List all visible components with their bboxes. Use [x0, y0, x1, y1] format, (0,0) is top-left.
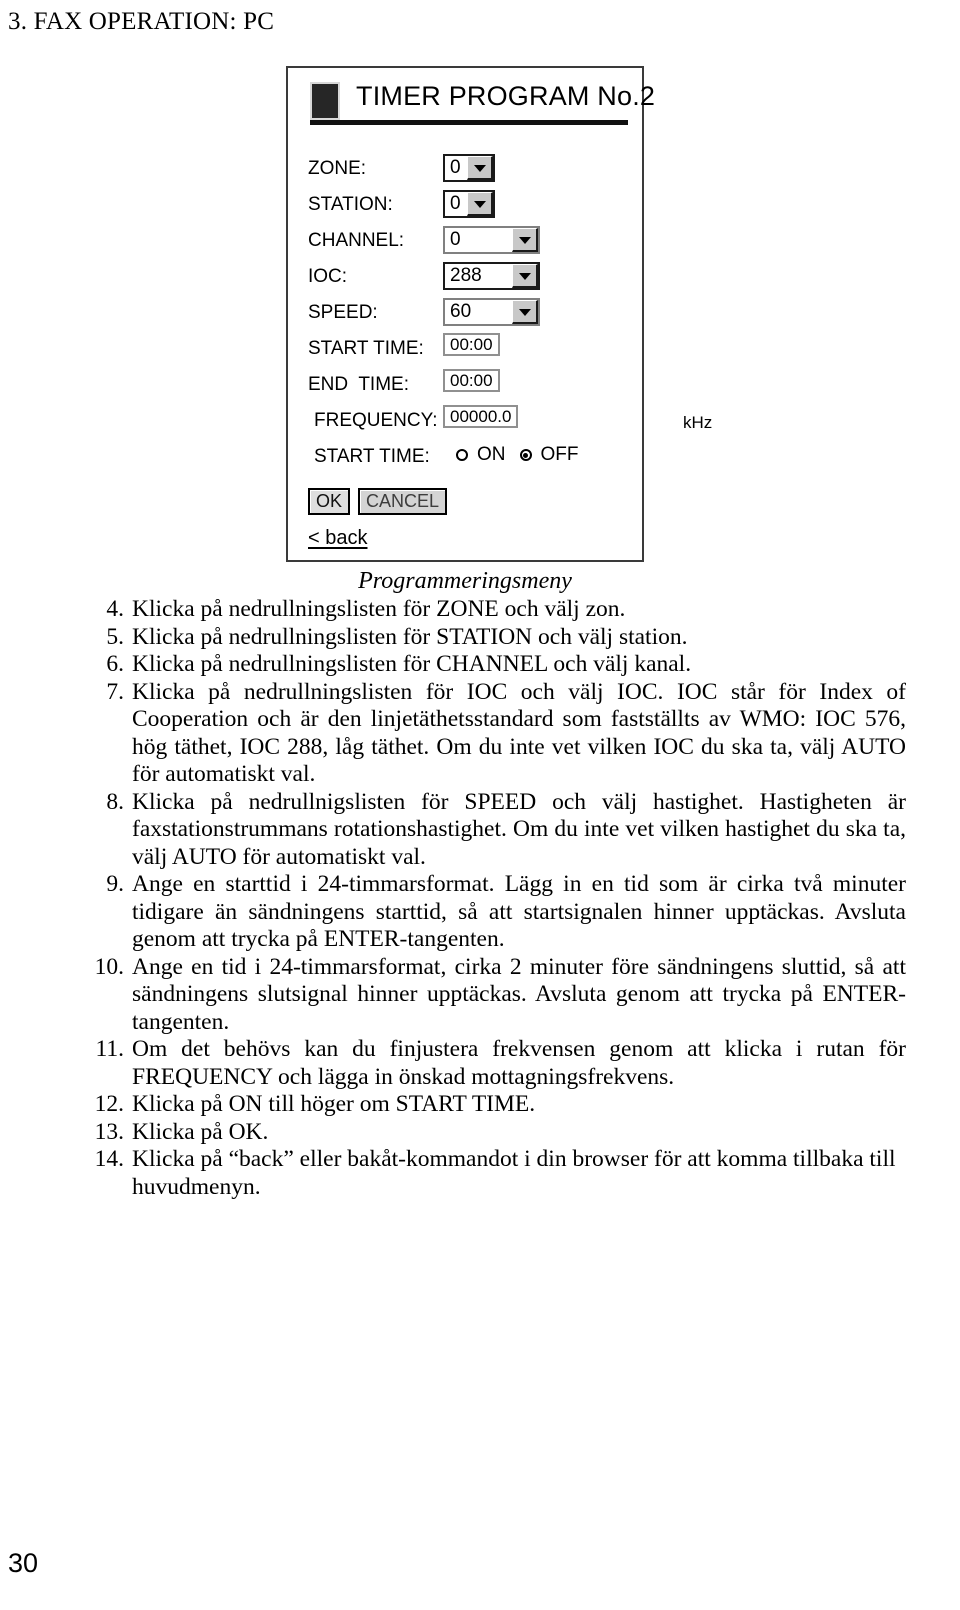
timer-program-dialog: TIMER PROGRAM No.2 ZONE: 0 STATION: 0 CH… — [286, 66, 712, 562]
label-speed: SPEED: — [308, 302, 378, 323]
list-item: 10. Ange en tid i 24-timmarsformat, cirk… — [88, 954, 906, 1037]
label-zone: ZONE: — [308, 158, 367, 179]
list-item-number: 4. — [106, 596, 124, 622]
list-item-text: Klicka på nedrullningslisten för CHANNEL… — [132, 651, 692, 677]
radio-on[interactable] — [456, 449, 468, 461]
channel-dropdown[interactable]: 0 — [443, 226, 540, 254]
list-item-number: 8. — [106, 788, 124, 815]
speed-dropdown[interactable]: 60 — [443, 298, 540, 326]
list-item: 7. Klicka på nedrullningslisten för IOC … — [88, 679, 906, 789]
label-frequency: FREQUENCY: — [314, 410, 438, 431]
list-item: 12. Klicka på ON till höger om START TIM… — [88, 1091, 906, 1119]
list-item-number: 12. — [94, 1091, 124, 1117]
label-start-time: START TIME: — [308, 338, 424, 359]
list-item-text: Ange en tid i 24-timmarsformat, cirka 2 … — [132, 953, 906, 1035]
list-item-text: Klicka på nedrullnigslisten för SPEED oc… — [132, 788, 906, 870]
dialog-title: TIMER PROGRAM No.2 — [356, 81, 656, 111]
control-channel: 0 — [443, 226, 540, 254]
field-row-zone: ZONE: 0 — [288, 152, 642, 188]
list-item-number: 14. — [94, 1146, 124, 1172]
list-item: 9. Ange en starttid i 24-timmarsformat. … — [88, 871, 906, 954]
back-link[interactable]: < back — [308, 527, 367, 550]
timer-program-dialog-figure: TIMER PROGRAM No.2 ZONE: 0 STATION: 0 CH… — [286, 66, 712, 562]
list-item-number: 13. — [94, 1118, 124, 1145]
header-divider — [310, 120, 628, 125]
start-time-input[interactable]: 00:00 — [443, 333, 500, 356]
instruction-list: 4. Klicka på nedrullningslisten för ZONE… — [88, 596, 906, 1201]
list-item-text: Klicka på ON till höger om START TIME. — [132, 1091, 536, 1117]
zone-dropdown[interactable]: 0 — [443, 154, 495, 182]
control-frequency: 00000.0 kHz — [443, 405, 712, 432]
chevron-down-icon[interactable] — [512, 300, 538, 324]
running-head: 3. FAX OPERATION: PC — [8, 8, 275, 35]
field-row-station: STATION: 0 — [288, 188, 642, 224]
control-end-time: 00:00 — [443, 369, 500, 392]
field-row-speed: SPEED: 60 — [288, 296, 642, 332]
radio-on-label: ON — [477, 444, 506, 465]
field-row-channel: CHANNEL: 0 — [288, 224, 642, 260]
list-item-text: Klicka på nedrullningslisten för STATION… — [132, 623, 688, 650]
timer-program-form: ZONE: 0 STATION: 0 CHANNEL: 0 IOC: 288 S… — [288, 152, 712, 476]
channel-value: 0 — [450, 229, 461, 250]
list-item: 14. Klicka på “back” eller bakåt-kommand… — [88, 1146, 906, 1201]
cancel-button[interactable]: CANCEL — [358, 488, 448, 515]
label-channel: CHANNEL: — [308, 230, 405, 251]
list-item-text: Klicka på nedrullningslisten för IOC och… — [132, 678, 906, 788]
list-item: 6. Klicka på nedrullningslisten för CHAN… — [88, 651, 906, 679]
list-item: 13. Klicka på OK. — [88, 1119, 906, 1147]
control-speed: 60 — [443, 298, 540, 326]
end-time-input[interactable]: 00:00 — [443, 369, 500, 392]
list-item: 5. Klicka på nedrullningslisten för STAT… — [88, 624, 906, 652]
list-item-number: 7. — [106, 678, 124, 705]
list-item: 4. Klicka på nedrullningslisten för ZONE… — [88, 596, 906, 624]
label-station: STATION: — [308, 194, 393, 215]
radio-off[interactable] — [519, 449, 532, 461]
field-row-start-time-toggle: START TIME: ON OFF — [288, 440, 642, 476]
field-row-start-time: START TIME: 00:00 — [288, 332, 642, 368]
station-dropdown[interactable]: 0 — [443, 190, 495, 218]
control-start-time: 00:00 — [443, 333, 500, 356]
chevron-down-icon[interactable] — [512, 228, 538, 252]
field-row-frequency: FREQUENCY: 00000.0 kHz — [288, 404, 712, 440]
radio-off-label: OFF — [540, 444, 579, 465]
label-start-time-toggle: START TIME: — [314, 446, 430, 467]
station-value: 0 — [450, 193, 461, 214]
list-item-text: Klicka på “back” eller bakåt-kommandot i… — [132, 1146, 896, 1200]
page-number: 30 — [8, 1548, 39, 1578]
chevron-down-icon[interactable] — [467, 156, 493, 180]
dialog-buttons: OK CANCEL — [308, 488, 448, 515]
ok-button[interactable]: OK — [308, 488, 351, 515]
list-item-text: Klicka på OK. — [132, 1118, 269, 1145]
control-zone: 0 — [443, 154, 495, 182]
list-item: 11. Om det behövs kan du finjustera frek… — [88, 1036, 906, 1091]
list-item-text: Klicka på nedrullningslisten för ZONE oc… — [132, 596, 626, 622]
zone-value: 0 — [450, 157, 461, 178]
list-item-text: Om det behövs kan du finjustera frekvens… — [132, 1036, 906, 1090]
list-item: 8. Klicka på nedrullnigslisten för SPEED… — [88, 789, 906, 872]
list-item-number: 6. — [106, 651, 124, 677]
ioc-dropdown[interactable]: 288 — [443, 262, 540, 290]
app-logo-icon — [310, 82, 340, 120]
figure-caption: Programmeringsmeny — [358, 568, 572, 594]
label-end-time: END TIME: — [308, 374, 409, 395]
list-item-number: 11. — [95, 1036, 124, 1062]
dialog-header: TIMER PROGRAM No.2 — [310, 81, 655, 138]
list-item-number: 10. — [94, 953, 124, 980]
list-item-text: Ange en starttid i 24-timmarsformat. Läg… — [132, 871, 906, 952]
list-item-number: 9. — [106, 871, 124, 897]
chevron-down-icon[interactable] — [467, 192, 493, 216]
field-row-ioc: IOC: 288 — [288, 260, 642, 296]
frequency-unit-label: kHz — [683, 413, 713, 432]
start-time-radio-group: ON OFF — [456, 444, 593, 466]
ioc-value: 288 — [450, 265, 482, 286]
chevron-down-icon[interactable] — [512, 264, 538, 288]
list-item-number: 5. — [106, 623, 124, 650]
field-row-end-time: END TIME: 00:00 — [288, 368, 642, 404]
frequency-input[interactable]: 00000.0 — [443, 405, 519, 428]
speed-value: 60 — [450, 301, 472, 322]
control-ioc: 288 — [443, 262, 540, 290]
control-station: 0 — [443, 190, 495, 218]
label-ioc: IOC: — [308, 266, 348, 287]
